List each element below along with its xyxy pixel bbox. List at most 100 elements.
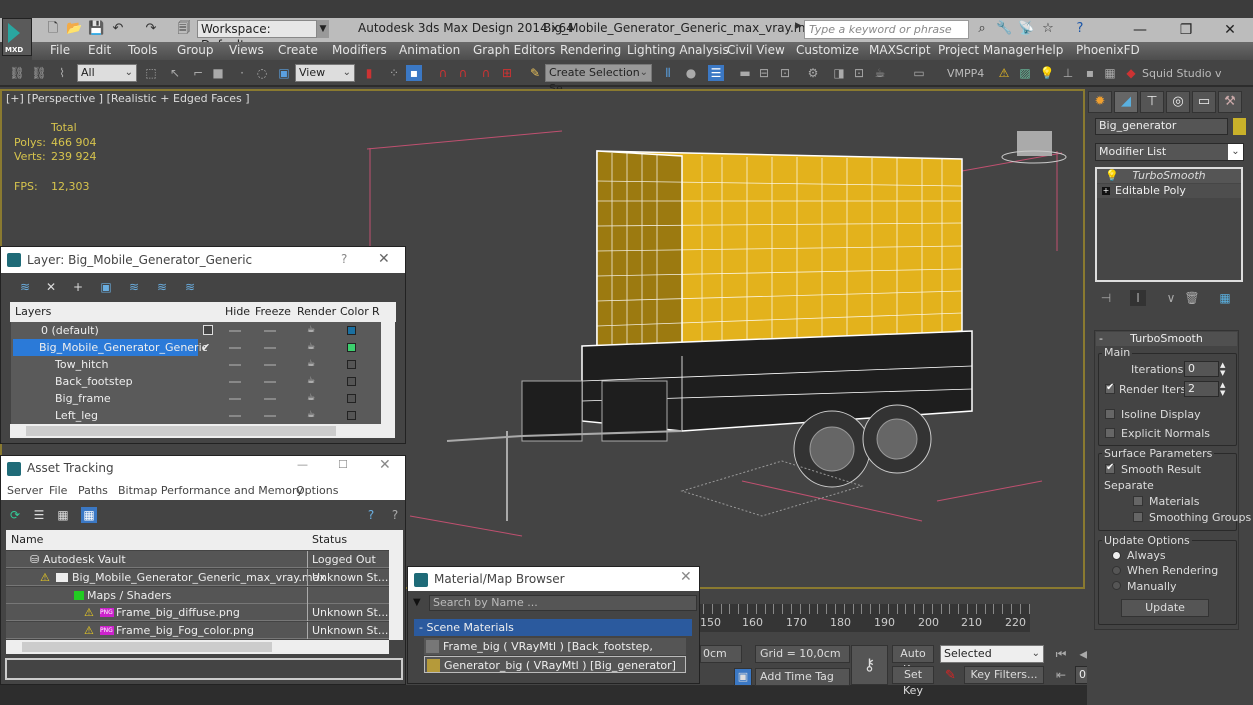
render-teapot-icon[interactable]: ☕ xyxy=(307,407,315,424)
set-key-icon[interactable]: ⚷ xyxy=(851,645,888,685)
menu-server[interactable]: Server xyxy=(7,484,43,497)
hide-toggle[interactable] xyxy=(229,347,241,349)
pivot-center-icon[interactable]: ▮ xyxy=(361,65,377,81)
render-iters-spinner[interactable]: 2 xyxy=(1184,381,1219,397)
layer-row[interactable]: Tow_hitch ☕ xyxy=(11,356,381,373)
configure-sets-icon[interactable]: ▦ xyxy=(1217,290,1233,306)
help-icon[interactable]: ? xyxy=(1072,21,1088,37)
workspace-dropdown[interactable]: Workspace: Default xyxy=(197,20,317,52)
time-tag-icon[interactable]: ▣ xyxy=(734,668,752,686)
minimize-button[interactable]: — xyxy=(1120,19,1160,41)
create-tab-icon[interactable]: ✹ xyxy=(1088,91,1112,113)
key-icon[interactable]: 🔧 xyxy=(996,21,1012,37)
help-button[interactable]: ? xyxy=(341,252,347,266)
refresh-icon[interactable]: ⟳ xyxy=(7,507,23,523)
squid-studio-icon[interactable]: ◆ xyxy=(1123,65,1139,81)
vmpp-icon[interactable]: ▭ xyxy=(911,65,927,81)
select-manipulate-icon[interactable]: ⁘ xyxy=(386,65,402,81)
keyboard-shortcut-override-icon[interactable]: ▪ xyxy=(406,65,422,81)
rollout-header[interactable]: - TurboSmooth xyxy=(1096,332,1237,346)
motion-tab-icon[interactable]: ◎ xyxy=(1166,91,1190,113)
modifier-editable-poly[interactable]: + Editable Poly xyxy=(1097,184,1241,198)
layer-color-swatch[interactable] xyxy=(347,394,356,403)
binoculars-icon[interactable]: ⌕ xyxy=(974,21,990,37)
unlink-icon[interactable]: ⛓ xyxy=(31,65,47,81)
app-menu-button[interactable]: MXD xyxy=(2,18,32,56)
schematic-view-icon[interactable]: ⚙ xyxy=(805,65,821,81)
set-key-button[interactable]: Set Key xyxy=(892,666,934,697)
align-icon[interactable]: ● xyxy=(683,65,699,81)
material-item[interactable]: Generator_big ( VRayMtl ) [Big_generator… xyxy=(424,656,686,673)
bind-space-warp-icon[interactable]: ⌇ xyxy=(54,65,70,81)
asset-row[interactable]: ⛁ Autodesk Vault Logged Out xyxy=(6,551,389,568)
menu-graph-editors[interactable]: Graph Editors xyxy=(473,43,555,57)
menu-lighting-analysis[interactable]: Lighting Analysis xyxy=(627,43,729,57)
region-select-icon[interactable]: ⌐ xyxy=(190,65,206,81)
col-hide[interactable]: Hide xyxy=(225,302,251,322)
mirror-icon[interactable]: ⫴ xyxy=(660,65,676,81)
render-iters-checkbox[interactable] xyxy=(1105,382,1115,394)
menu-group[interactable]: Group xyxy=(177,43,214,57)
menu-help[interactable]: Help xyxy=(1036,43,1063,57)
maximize-button[interactable]: ☐ xyxy=(338,458,348,471)
hide-toggle[interactable] xyxy=(229,330,241,332)
vertical-scrollbar[interactable] xyxy=(389,530,403,640)
highlight-layer-icon[interactable]: ≋ xyxy=(126,279,142,295)
smooth-result-checkbox[interactable] xyxy=(1105,462,1115,474)
save-icon[interactable]: 💾 xyxy=(88,21,104,37)
select-scale-icon[interactable]: ▣ xyxy=(276,65,292,81)
hide-all-icon[interactable]: ≋ xyxy=(154,279,170,295)
project-folder-icon[interactable]: 🗐 xyxy=(176,21,192,37)
layer-row[interactable]: Big_Mobile_Generator_Generic ✔ ☕ xyxy=(11,339,381,356)
vertical-scrollbar[interactable] xyxy=(381,302,395,424)
layer-row[interactable]: Back_footstep ☕ xyxy=(11,373,381,390)
material-browser-titlebar[interactable]: Material/Map Browser xyxy=(408,567,699,591)
menu-file[interactable]: File xyxy=(50,43,70,57)
expand-icon[interactable]: + xyxy=(1102,187,1110,195)
hierarchy-tab-icon[interactable]: ⊤ xyxy=(1140,91,1164,113)
spinner-arrows-icon[interactable]: ▲ ▼ xyxy=(1220,361,1225,377)
scene-explorer-icon[interactable]: ☰ xyxy=(708,65,724,81)
quick-access-dropdown-icon[interactable]: ▼ xyxy=(317,20,329,38)
modifier-turbosmooth[interactable]: 💡 TurboSmooth xyxy=(1097,169,1241,183)
communication-icon[interactable]: 📡 xyxy=(1018,21,1034,37)
squid-studio-label[interactable]: Squid Studio v xyxy=(1142,67,1222,80)
asset-row[interactable]: ⚠ PNG Frame_big_Fog_color.png Unknown St… xyxy=(6,622,389,639)
key-mode-dropdown[interactable]: Selected ⌄ xyxy=(940,645,1044,663)
explicit-normals-checkbox[interactable] xyxy=(1105,428,1115,438)
coord-z-field[interactable]: 0cm xyxy=(700,645,742,663)
horizontal-scrollbar[interactable] xyxy=(6,640,389,654)
render-teapot-icon[interactable]: ☕ xyxy=(872,65,888,81)
viewport-label[interactable]: [+] [Perspective ] [Realistic + Edged Fa… xyxy=(6,92,250,105)
context-help-icon[interactable]: ? xyxy=(387,507,403,523)
select-move-icon[interactable]: · xyxy=(234,65,250,81)
layer-color-swatch[interactable] xyxy=(347,411,356,420)
layer-color-swatch[interactable] xyxy=(347,377,356,386)
menu-views[interactable]: Views xyxy=(229,43,264,57)
redo-icon[interactable]: ↷ xyxy=(143,21,159,37)
col-render[interactable]: Render xyxy=(297,302,337,322)
menu-file[interactable]: File xyxy=(49,484,67,497)
manually-radio[interactable] xyxy=(1112,581,1121,590)
named-selection-dropdown[interactable]: Create Selection Se⌄ xyxy=(545,64,652,95)
table-view-icon[interactable]: ▦ xyxy=(81,507,97,523)
close-button[interactable]: ✕ xyxy=(379,457,391,473)
close-button[interactable]: ✕ xyxy=(680,569,692,585)
iterations-spinner[interactable]: 0 xyxy=(1184,361,1219,377)
open-file-icon[interactable]: 📂 xyxy=(66,21,82,37)
warning-icon[interactable]: ⚠ xyxy=(996,65,1012,81)
save-viewport-icon[interactable]: ▪ xyxy=(1082,65,1098,81)
delete-layer-icon[interactable]: ✕ xyxy=(43,279,59,295)
close-button[interactable]: ✕ xyxy=(1210,19,1250,41)
menu-civil-view[interactable]: Civil View xyxy=(727,43,785,57)
col-status[interactable]: Status xyxy=(312,530,348,550)
freeze-toggle[interactable] xyxy=(264,330,276,332)
thumbnail-view-icon[interactable]: ▦ xyxy=(55,507,71,523)
scene-materials-group[interactable]: - Scene Materials xyxy=(414,619,692,636)
layer-row[interactable]: Left_leg ☕ xyxy=(11,407,381,424)
key-filters-button[interactable]: Key Filters... xyxy=(964,666,1044,684)
menu-animation[interactable]: Animation xyxy=(399,43,460,57)
utilities-tab-icon[interactable]: ⚒ xyxy=(1218,91,1242,113)
current-layer-check-icon[interactable]: ✔ xyxy=(201,339,210,356)
new-file-icon[interactable]: 🗋 xyxy=(45,21,61,37)
